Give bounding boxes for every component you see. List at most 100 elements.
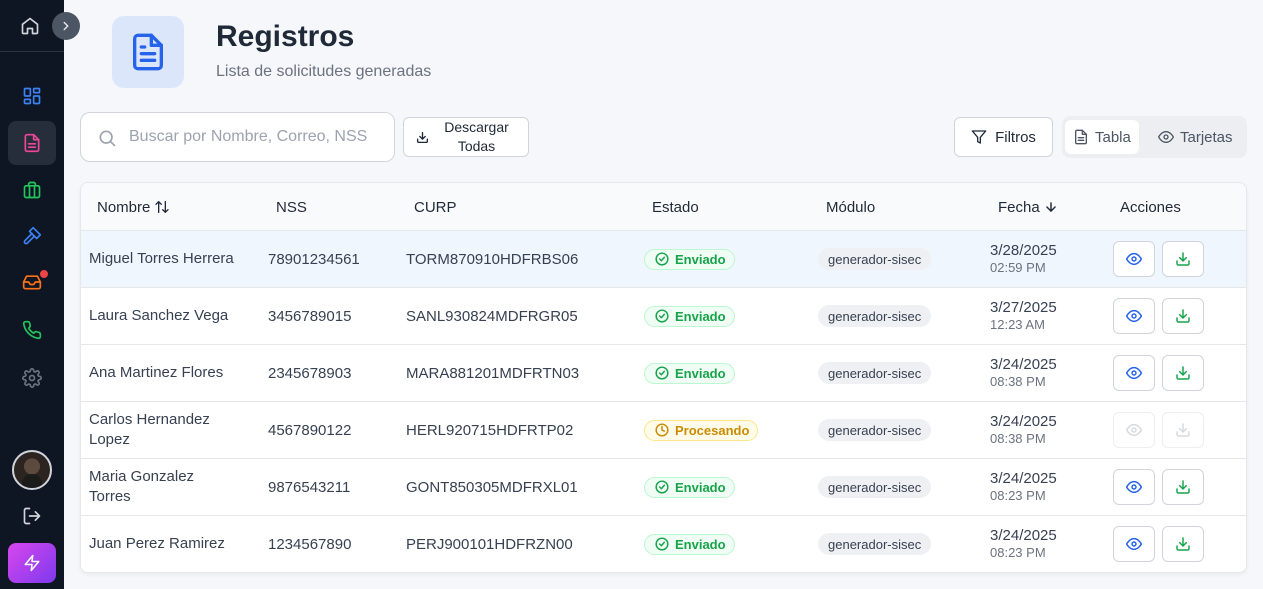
- records-table: Nombre NSS CURP Estado Módulo Fecha Acci…: [80, 182, 1247, 573]
- sidebar-item-phone[interactable]: [8, 308, 56, 352]
- chevron-right-icon: [63, 21, 69, 31]
- module-badge: generador-sisec: [818, 476, 932, 498]
- time-text: 08:38 PM: [990, 374, 1046, 389]
- cell-status: Enviado: [644, 288, 735, 344]
- download-button[interactable]: [1162, 355, 1204, 391]
- module-badge: generador-sisec: [818, 305, 932, 327]
- cell-name: Ana Martinez Flores: [89, 364, 224, 381]
- view-button[interactable]: [1113, 469, 1155, 505]
- column-header-modulo: Módulo: [826, 198, 876, 216]
- document-icon: [24, 133, 40, 153]
- column-header-nombre[interactable]: Nombre: [97, 183, 170, 231]
- download-icon: [416, 131, 428, 143]
- cell-name: Juan Perez Ramirez: [89, 535, 225, 552]
- cell-status: Enviado: [644, 345, 735, 401]
- view-button[interactable]: [1113, 298, 1155, 334]
- sidebar-item-dashboard[interactable]: [8, 74, 56, 118]
- time-text: 12:23 AM: [990, 317, 1045, 332]
- avatar[interactable]: [12, 450, 52, 490]
- view-button[interactable]: [1113, 355, 1155, 391]
- cell-curp: SANL930824MDFRGR05: [406, 307, 578, 325]
- search-input[interactable]: [117, 113, 394, 161]
- quick-action-button[interactable]: [8, 543, 56, 583]
- cell-module: generador-sisec: [818, 459, 932, 515]
- cell-module: generador-sisec: [818, 516, 932, 572]
- download-button[interactable]: [1162, 241, 1204, 277]
- dashboard-icon: [23, 87, 41, 105]
- status-badge: Enviado: [644, 533, 735, 555]
- column-header-estado: Estado: [652, 198, 699, 216]
- cell-module: generador-sisec: [818, 231, 932, 287]
- sidebar-collapse-button[interactable]: [52, 12, 80, 40]
- page-header-icon: [112, 16, 184, 88]
- check-circle-icon: [655, 537, 669, 551]
- status-badge: Enviado: [644, 305, 735, 327]
- download-icon: [1176, 252, 1190, 266]
- eye-icon: [1126, 252, 1142, 266]
- document-icon: [1075, 129, 1087, 145]
- cell-nss: 9876543211: [268, 478, 351, 496]
- sidebar-item-settings[interactable]: [8, 356, 56, 400]
- module-badge: generador-sisec: [818, 533, 932, 555]
- download-button[interactable]: [1162, 298, 1204, 334]
- sidebar-item-registros[interactable]: [8, 121, 56, 165]
- table-row: Maria Gonzalez Torres 9876543211 GONT85030…: [81, 459, 1246, 516]
- check-circle-icon: [655, 252, 669, 266]
- cell-module: generador-sisec: [818, 288, 932, 344]
- date-text: 3/24/2025: [990, 413, 1057, 430]
- download-button[interactable]: [1162, 469, 1204, 505]
- cell-nss: 78901234561: [268, 250, 360, 268]
- time-text: 02:59 PM: [990, 260, 1046, 275]
- phone-icon: [22, 320, 42, 340]
- eye-icon: [1126, 309, 1142, 323]
- download-all-label: Descargar Todas: [444, 119, 509, 154]
- cell-status: Procesando: [644, 402, 759, 458]
- view-button[interactable]: [1113, 526, 1155, 562]
- cell-curp: HERL920715HDFRTP02: [406, 421, 574, 439]
- module-badge: generador-sisec: [818, 248, 932, 270]
- search-icon: [99, 130, 116, 147]
- status-badge: Enviado: [644, 476, 735, 498]
- notification-badge: [38, 268, 50, 280]
- download-all-button[interactable]: Descargar Todas: [403, 117, 529, 157]
- status-badge: Enviado: [644, 248, 735, 270]
- cell-nss: 4567890122: [268, 421, 352, 439]
- view-cards-button[interactable]: Tarjetas: [1150, 120, 1241, 154]
- status-badge: Enviado: [644, 362, 735, 384]
- check-circle-icon: [655, 309, 669, 323]
- cell-nss: 3456789015: [268, 307, 352, 325]
- filters-label: Filtros: [995, 128, 1036, 146]
- cell-module: generador-sisec: [818, 402, 932, 458]
- briefcase-icon: [23, 181, 41, 199]
- logout-button[interactable]: [8, 496, 56, 536]
- sidebar-item-tools[interactable]: [8, 214, 56, 258]
- check-circle-icon: [655, 480, 669, 494]
- sidebar-item-briefcase[interactable]: [8, 168, 56, 212]
- column-header-fecha[interactable]: Fecha: [998, 183, 1058, 231]
- filters-button[interactable]: Filtros: [954, 117, 1053, 157]
- logout-icon: [23, 507, 41, 525]
- cell-date: 3/24/2025 08:23 PM: [990, 516, 1057, 572]
- download-button: [1162, 412, 1204, 448]
- view-button[interactable]: [1113, 241, 1155, 277]
- cell-curp: PERJ900101HDFRZN00: [406, 535, 573, 553]
- view-table-button[interactable]: Tabla: [1065, 120, 1139, 154]
- eye-icon: [1126, 480, 1142, 494]
- view-button: [1113, 412, 1155, 448]
- table-header: Nombre NSS CURP Estado Módulo Fecha Acci…: [81, 183, 1246, 231]
- date-text: 3/24/2025: [990, 527, 1057, 544]
- time-text: 08:23 PM: [990, 545, 1046, 560]
- gear-icon: [22, 368, 42, 388]
- table-row: Carlos Hernandez Lopez 4567890122 HERL9207…: [81, 402, 1246, 459]
- download-button[interactable]: [1162, 526, 1204, 562]
- cell-nss: 2345678903: [268, 364, 352, 382]
- sidebar-item-inbox[interactable]: [8, 260, 56, 304]
- sort-icon: [155, 201, 170, 213]
- date-text: 3/27/2025: [990, 299, 1057, 316]
- download-icon: [1176, 537, 1190, 551]
- cell-status: Enviado: [644, 516, 735, 572]
- view-cards-label: Tarjetas: [1180, 128, 1233, 146]
- arrow-down-icon: [1045, 202, 1056, 212]
- page-title: Registros: [216, 20, 355, 53]
- page-subtitle: Lista de solicitudes generadas: [216, 63, 432, 80]
